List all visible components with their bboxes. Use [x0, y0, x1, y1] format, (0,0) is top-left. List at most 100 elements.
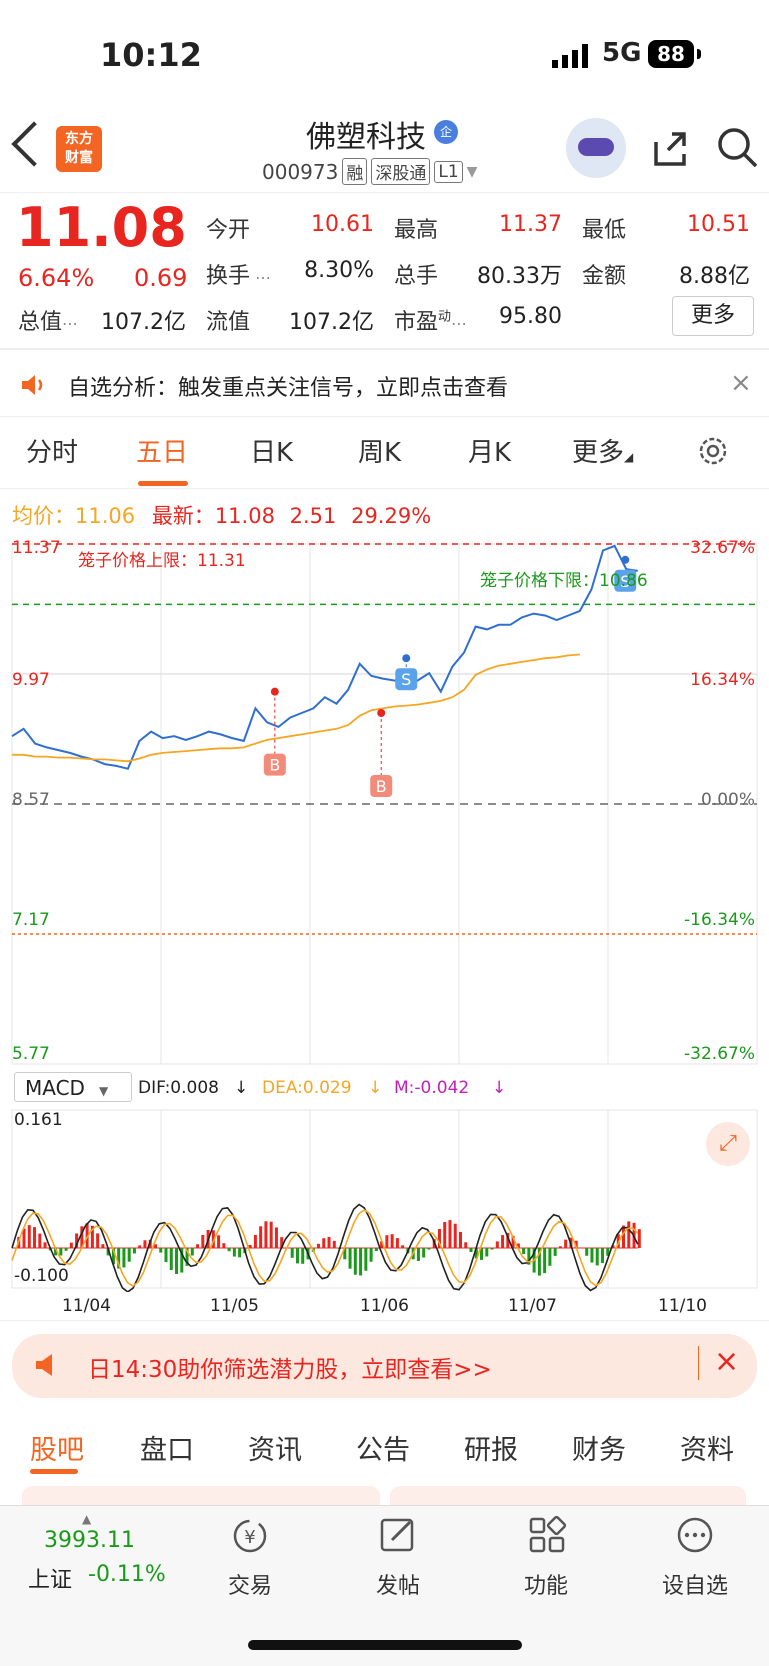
dif-arrow: ↓: [234, 1078, 248, 1098]
label-turnover: 换手 ⋯: [206, 258, 271, 290]
macd-bar: [264, 1221, 267, 1248]
macd-dif: DIF:0.008: [138, 1078, 219, 1098]
macd-bar: [564, 1240, 567, 1248]
indicator-select[interactable]: MACD▼: [14, 1072, 132, 1102]
share-icon[interactable]: [650, 128, 690, 168]
stock-code-line[interactable]: 000973 融 深股通 L1 ▼: [262, 158, 477, 185]
macd-bar: [270, 1222, 273, 1248]
nav-post[interactable]: 发帖: [348, 1568, 448, 1600]
index-value[interactable]: 3993.11: [44, 1528, 135, 1553]
macd-bar: [585, 1248, 588, 1256]
tab-underline: [138, 481, 188, 486]
tab-announce[interactable]: 公告: [356, 1428, 410, 1467]
x-label-5: 11/10: [658, 1296, 707, 1316]
x-label-1: 11/04: [62, 1296, 111, 1316]
macd-bar: [354, 1248, 357, 1275]
y-pct-3: 0.00%: [701, 790, 755, 810]
macd-bar: [291, 1248, 294, 1258]
function-icon[interactable]: [526, 1514, 568, 1556]
macd-bar: [254, 1235, 257, 1248]
macd-bar: [522, 1248, 525, 1254]
macd-bar: [328, 1237, 331, 1248]
macd-bar: [401, 1245, 404, 1248]
speaker-icon: [20, 372, 50, 398]
macd-bar: [165, 1248, 168, 1262]
settings-icon[interactable]: [696, 434, 730, 468]
card-left: [22, 1486, 380, 1506]
notice-text[interactable]: 自选分析：触发重点关注信号，立即点击查看: [68, 370, 508, 402]
add-watch-icon[interactable]: [674, 1514, 716, 1556]
label-total-value: 总值⋯: [18, 304, 78, 336]
y-label-4: 7.17: [12, 910, 50, 930]
macd-bar: [101, 1244, 104, 1248]
macd-bar: [59, 1248, 62, 1256]
post-icon[interactable]: [376, 1514, 420, 1556]
macd-bar: [217, 1235, 220, 1248]
ad-close-icon[interactable]: ×: [714, 1344, 739, 1379]
y-pct-1: 32.67%: [690, 538, 755, 558]
macd-top-label: 0.161: [14, 1110, 63, 1130]
tab-finance[interactable]: 财务: [572, 1428, 626, 1467]
y-pct-5: -32.67%: [684, 1044, 755, 1064]
expand-icon[interactable]: ⤢: [706, 1122, 750, 1166]
marker-label: S: [401, 670, 411, 689]
tab-weekly-k[interactable]: 周K: [358, 432, 401, 469]
ad-text[interactable]: 日14:30助你筛选潜力股，立即查看>>: [88, 1350, 492, 1384]
tab-guba[interactable]: 股吧: [30, 1428, 84, 1467]
home-indicator: [248, 1640, 522, 1650]
macd-bar: [485, 1248, 488, 1257]
macd-bar: [275, 1227, 278, 1248]
tab-five-day[interactable]: 五日: [136, 432, 188, 469]
tab-daily-k[interactable]: 日K: [250, 432, 293, 469]
info-icon[interactable]: ⋯: [250, 268, 271, 287]
macd-bar: [464, 1242, 467, 1248]
macd-chart[interactable]: [0, 1106, 769, 1292]
macd-bar: [364, 1248, 367, 1271]
info-icon[interactable]: ⋯: [451, 314, 467, 333]
macd-bar: [417, 1248, 420, 1261]
price-chart[interactable]: BBSS: [0, 528, 769, 1068]
battery-icon: 88: [648, 40, 694, 68]
macd-bar: [375, 1248, 378, 1251]
y-label-5: 5.77: [12, 1044, 50, 1064]
more-button[interactable]: 更多: [672, 296, 754, 336]
macd-bar: [228, 1248, 231, 1251]
value-turnover: 8.30%: [290, 258, 374, 283]
back-icon[interactable]: [11, 121, 56, 166]
battery-tip: [697, 49, 701, 59]
macd-bar: [491, 1248, 494, 1249]
value-high: 11.37: [478, 212, 562, 237]
label-amount: 金额: [582, 258, 626, 290]
card-right: [390, 1486, 746, 1506]
macd-bar: [143, 1240, 146, 1248]
info-icon[interactable]: ⋯: [62, 314, 78, 333]
tab-news[interactable]: 资讯: [248, 1428, 302, 1467]
x-label-4: 11/07: [508, 1296, 557, 1316]
macd-bar: [191, 1248, 194, 1256]
macd-m: M:-0.042: [394, 1078, 469, 1098]
nav-add-watch[interactable]: 设自选: [645, 1568, 745, 1600]
tab-monthly-k[interactable]: 月K: [468, 432, 511, 469]
macd-bar: [133, 1248, 136, 1253]
search-icon[interactable]: [716, 126, 758, 168]
trade-marker-dot: [271, 688, 279, 696]
trade-icon[interactable]: ¥: [228, 1516, 272, 1556]
value-low: 10.51: [666, 212, 750, 237]
macd-bar: [128, 1248, 131, 1262]
label-float-value: 流值: [206, 304, 250, 336]
value-pe: 95.80: [478, 304, 562, 329]
macd-bar: [233, 1248, 236, 1257]
macd-bar: [322, 1238, 325, 1248]
marker-label: B: [376, 777, 387, 796]
tab-research[interactable]: 研报: [464, 1428, 518, 1467]
tab-pankou[interactable]: 盘口: [140, 1428, 194, 1467]
status-time: 10:12: [100, 36, 202, 74]
nav-trade[interactable]: 交易: [200, 1568, 300, 1600]
tab-intraday[interactable]: 分时: [26, 432, 78, 469]
macd-bar: [590, 1248, 593, 1263]
nav-function[interactable]: 功能: [496, 1568, 596, 1600]
close-icon[interactable]: ×: [730, 368, 752, 398]
expand-up-icon[interactable]: ▲: [82, 1512, 91, 1526]
tab-more[interactable]: 更多◢: [572, 432, 633, 469]
tab-profile[interactable]: 资料: [680, 1428, 734, 1467]
